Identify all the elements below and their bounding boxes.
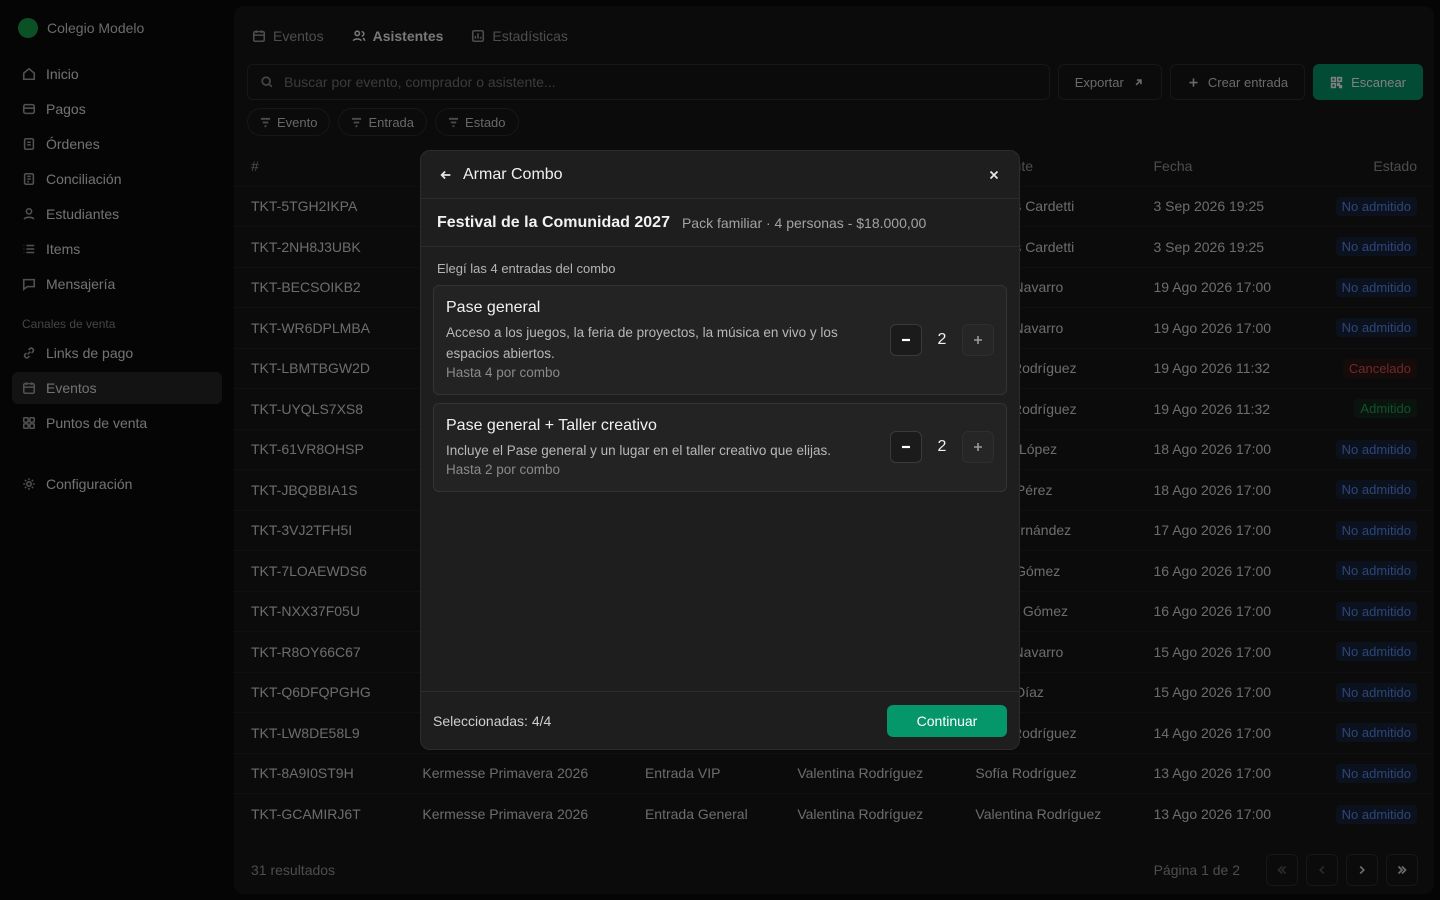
modal-footer: Seleccionadas: 4/4 Continuar [421, 691, 1019, 749]
decrement-button[interactable] [890, 323, 922, 356]
pack-info: Pack familiar · 4 personas - $18.000,00 [681, 214, 927, 231]
modal-event-info: Festival de la Comunidad 2027 Pack famil… [421, 199, 1019, 247]
ticket-option-pase-general: Pase general Acceso a los juegos, la fer… [433, 285, 1007, 395]
combo-modal: Armar Combo Festival de la Comunidad 202… [420, 150, 1020, 750]
option-info: Pase general + Taller creativo Incluye e… [446, 417, 890, 477]
option-info: Pase general Acceso a los juegos, la fer… [446, 299, 890, 380]
minus-icon [902, 445, 910, 449]
close-icon [989, 170, 999, 179]
continue-button[interactable]: Continuar [887, 704, 1007, 737]
minus-icon [902, 338, 910, 341]
arrow-left-icon [440, 170, 451, 179]
modal-title: Armar Combo [463, 165, 563, 183]
ticket-option-pase-taller: Pase general + Taller creativo Incluye e… [433, 403, 1007, 492]
increment-button[interactable] [962, 323, 994, 356]
selected-count: Seleccionadas: 4/4 [433, 712, 552, 729]
quantity-value: 2 [937, 438, 947, 455]
option-description: Incluye el Pase general y un lugar en el… [446, 443, 831, 458]
quantity-stepper: 2 [890, 323, 994, 356]
quantity-value: 2 [937, 330, 947, 348]
option-limit: Hasta 4 por combo [446, 365, 561, 380]
plus-icon [974, 443, 982, 451]
decrement-button[interactable] [890, 431, 922, 463]
combo-instruction: Elegí las 4 entradas del combo [437, 261, 616, 276]
option-title: Pase general [446, 299, 541, 316]
option-title: Pase general + Taller creativo [446, 417, 657, 434]
increment-button[interactable] [962, 431, 994, 463]
event-name: Festival de la Comunidad 2027 [437, 213, 670, 231]
option-limit: Hasta 2 por combo [446, 462, 561, 477]
option-description: Acceso a los juegos, la feria de proyect… [446, 325, 838, 361]
back-button[interactable] [437, 166, 455, 184]
close-button[interactable] [985, 166, 1003, 184]
modal-header: Armar Combo [421, 151, 1019, 199]
quantity-stepper: 2 [890, 431, 994, 463]
plus-icon [974, 335, 982, 344]
